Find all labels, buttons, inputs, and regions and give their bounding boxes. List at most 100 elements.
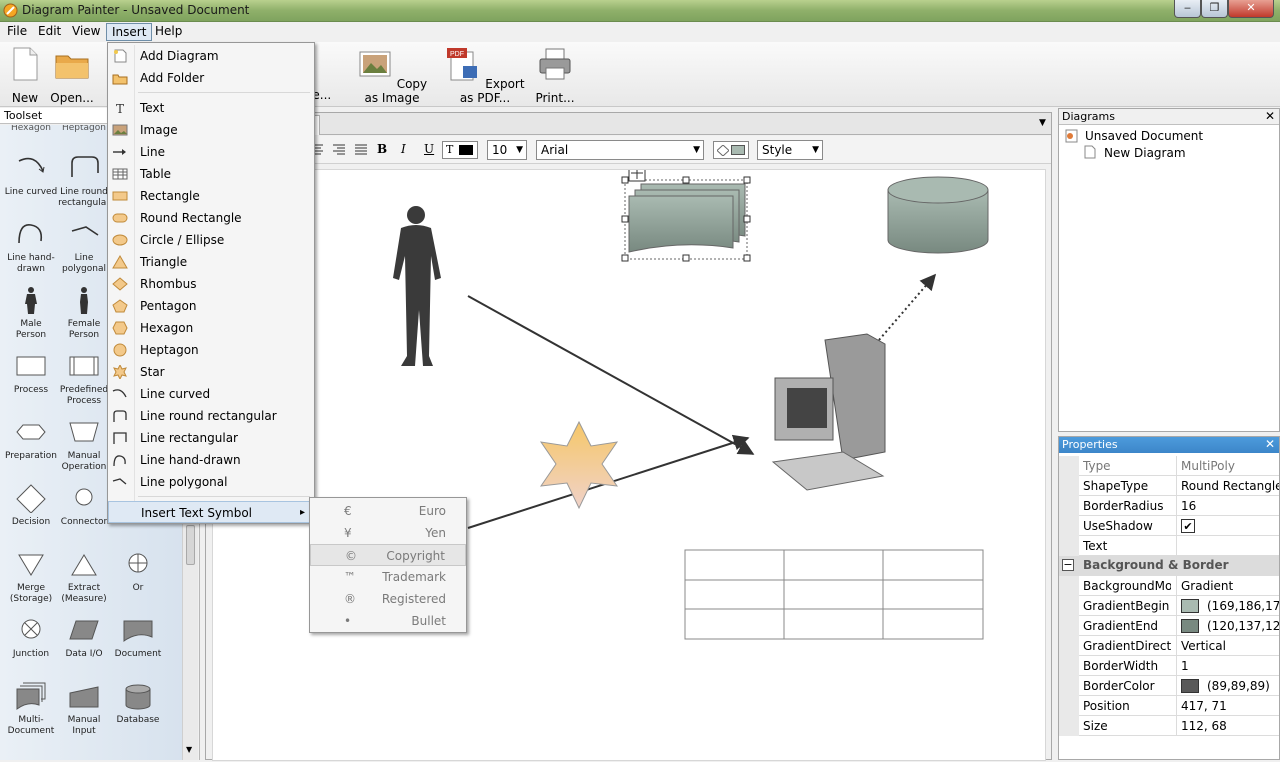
property-row[interactable]: Text (1059, 536, 1279, 556)
underline-button[interactable]: U (424, 142, 434, 156)
tool-or[interactable]: Or (111, 549, 165, 594)
copy-as-image-button[interactable]: Copy as Image (350, 46, 434, 105)
color-swatch[interactable] (1181, 599, 1199, 613)
use-shadow-checkbox[interactable]: ✔ (1181, 519, 1195, 533)
menu-item-triangle[interactable]: Triangle (108, 251, 314, 273)
property-value[interactable] (1176, 536, 1279, 556)
tool-junction[interactable]: Junction (4, 615, 58, 660)
property-row[interactable]: BorderRadius 16 (1059, 496, 1279, 516)
diagram-canvas[interactable] (213, 170, 1047, 762)
property-value[interactable]: 1 (1176, 656, 1279, 676)
table-shape[interactable] (684, 549, 984, 640)
tool-extract[interactable]: Extract (Measure) (57, 549, 111, 605)
property-row[interactable]: Size 112, 68 (1059, 716, 1279, 736)
tab-list-dropdown-icon[interactable]: ▼ (1039, 118, 1046, 128)
dotted-connector-arrow[interactable] (878, 273, 937, 341)
menu-item-add-folder[interactable]: Add Folder (108, 67, 314, 89)
justify-icon[interactable] (354, 144, 368, 156)
menu-item-heptagon[interactable]: Heptagon (108, 339, 314, 361)
menu-item-insert-text-symbol[interactable]: Insert Text Symbol ▸ (108, 501, 314, 523)
tool-manual-input[interactable]: Manual Input (57, 681, 111, 737)
tree-item-unsaved-document[interactable]: Unsaved Document (1085, 129, 1203, 143)
menu-help[interactable]: Help (150, 23, 187, 41)
symbol-item-bullet[interactable]: • Bullet (310, 610, 466, 632)
tool-line-curved[interactable]: Line curved (4, 153, 58, 198)
menu-item-text[interactable]: T Text (108, 97, 314, 119)
tool-line-round-rectangular[interactable]: Line round rectangular (57, 153, 111, 209)
star-shape[interactable] (539, 420, 619, 510)
tool-database[interactable]: Database (111, 681, 165, 726)
minimize-button[interactable]: ‒ (1174, 0, 1201, 18)
font-family-select[interactable]: Arial ▼ (536, 140, 704, 160)
database-shape[interactable] (887, 176, 989, 254)
menu-item-star[interactable]: Star (108, 361, 314, 383)
style-select[interactable]: Style ▼ (757, 140, 823, 160)
menu-item-table[interactable]: Table (108, 163, 314, 185)
menu-item-round-rectangle[interactable]: Round Rectangle (108, 207, 314, 229)
connector-arrow[interactable] (467, 295, 755, 455)
close-panel-icon[interactable]: ✕ (1265, 109, 1275, 124)
open-button[interactable]: Open... (50, 46, 94, 105)
tool-heptagon-partial[interactable]: Heptagon (57, 125, 111, 134)
new-button[interactable]: New (6, 46, 44, 105)
menu-insert[interactable]: Insert (106, 23, 153, 41)
menu-item-image[interactable]: Image (108, 119, 314, 141)
tool-predefined-process[interactable]: Predefined Process (57, 351, 111, 407)
text-color-button[interactable]: T (442, 141, 478, 159)
male-person-shape[interactable] (393, 206, 441, 366)
tool-process[interactable]: Process (4, 351, 58, 396)
menu-item-pentagon[interactable]: Pentagon (108, 295, 314, 317)
color-swatch[interactable] (1181, 619, 1199, 633)
menu-item-line-polygonal[interactable]: Line polygonal (108, 471, 314, 493)
tool-preparation[interactable]: Preparation (4, 417, 58, 462)
property-value[interactable]: (120,137,128) (1176, 616, 1279, 636)
align-right-icon[interactable] (332, 144, 346, 156)
menu-view[interactable]: View (67, 23, 105, 41)
menu-item-line-rectangular[interactable]: Line rectangular (108, 427, 314, 449)
close-panel-icon[interactable]: ✕ (1265, 437, 1275, 452)
property-row[interactable]: Type MultiPoly (1059, 456, 1279, 476)
tool-female-person[interactable]: Female Person (57, 285, 111, 341)
symbol-item-trademark[interactable]: ™ Trademark (310, 566, 466, 588)
color-swatch[interactable] (1181, 679, 1199, 693)
menu-item-line-hand-drawn[interactable]: Line hand-drawn (108, 449, 314, 471)
property-row[interactable]: GradientEnd (120,137,128) (1059, 616, 1279, 636)
menu-item-circle-ellipse[interactable]: Circle / Ellipse (108, 229, 314, 251)
maximize-button[interactable]: ❐ (1201, 0, 1228, 18)
menu-item-line-curved[interactable]: Line curved (108, 383, 314, 405)
close-window-button[interactable]: ✕ (1228, 0, 1274, 18)
export-pdf-button[interactable]: PDF Export as PDF... (442, 46, 528, 105)
property-value[interactable]: MultiPoly (1176, 456, 1279, 476)
tool-merge[interactable]: Merge (Storage) (4, 549, 58, 605)
tool-connector[interactable]: Connector (57, 483, 111, 528)
menu-item-line[interactable]: Line (108, 141, 314, 163)
move-handle-icon[interactable] (628, 170, 646, 182)
property-row[interactable]: BackgroundMode Gradient (1059, 576, 1279, 596)
property-value[interactable]: 417, 71 (1176, 696, 1279, 716)
collapse-toggle-icon[interactable]: − (1062, 559, 1074, 571)
multi-document-shape[interactable] (621, 170, 751, 262)
property-value[interactable]: Round Rectangle (1176, 476, 1279, 496)
property-row[interactable]: Position 417, 71 (1059, 696, 1279, 716)
property-row[interactable]: BorderWidth 1 (1059, 656, 1279, 676)
tool-hexagon-partial[interactable]: Hexagon (4, 125, 58, 134)
scroll-down-arrow-icon[interactable]: ▼ (186, 745, 192, 754)
property-row[interactable]: ShapeType Round Rectangle (1059, 476, 1279, 496)
tool-decision[interactable]: Decision (4, 483, 58, 528)
property-row[interactable]: GradientBegin (169,186,177) (1059, 596, 1279, 616)
tool-multi-document[interactable]: Multi-Document (4, 681, 58, 737)
fill-color-button[interactable] (713, 141, 749, 159)
print-button[interactable]: Print... (535, 46, 575, 105)
symbol-item-registered[interactable]: ® Registered (310, 588, 466, 610)
tool-male-person[interactable]: Male Person (4, 285, 58, 341)
property-value[interactable]: 16 (1176, 496, 1279, 516)
property-value[interactable]: (89,89,89) (1176, 676, 1279, 696)
bold-button[interactable]: B (377, 142, 387, 156)
tool-line-hand-drawn[interactable]: Line hand-drawn (4, 219, 58, 275)
menu-item-rectangle[interactable]: Rectangle (108, 185, 314, 207)
italic-button[interactable]: I (401, 142, 406, 156)
tool-data-io[interactable]: Data I/O (57, 615, 111, 660)
property-row[interactable]: GradientDirection Vertical (1059, 636, 1279, 656)
tool-manual-operation[interactable]: Manual Operation (57, 417, 111, 473)
tool-line-polygonal[interactable]: Line polygonal (57, 219, 111, 275)
